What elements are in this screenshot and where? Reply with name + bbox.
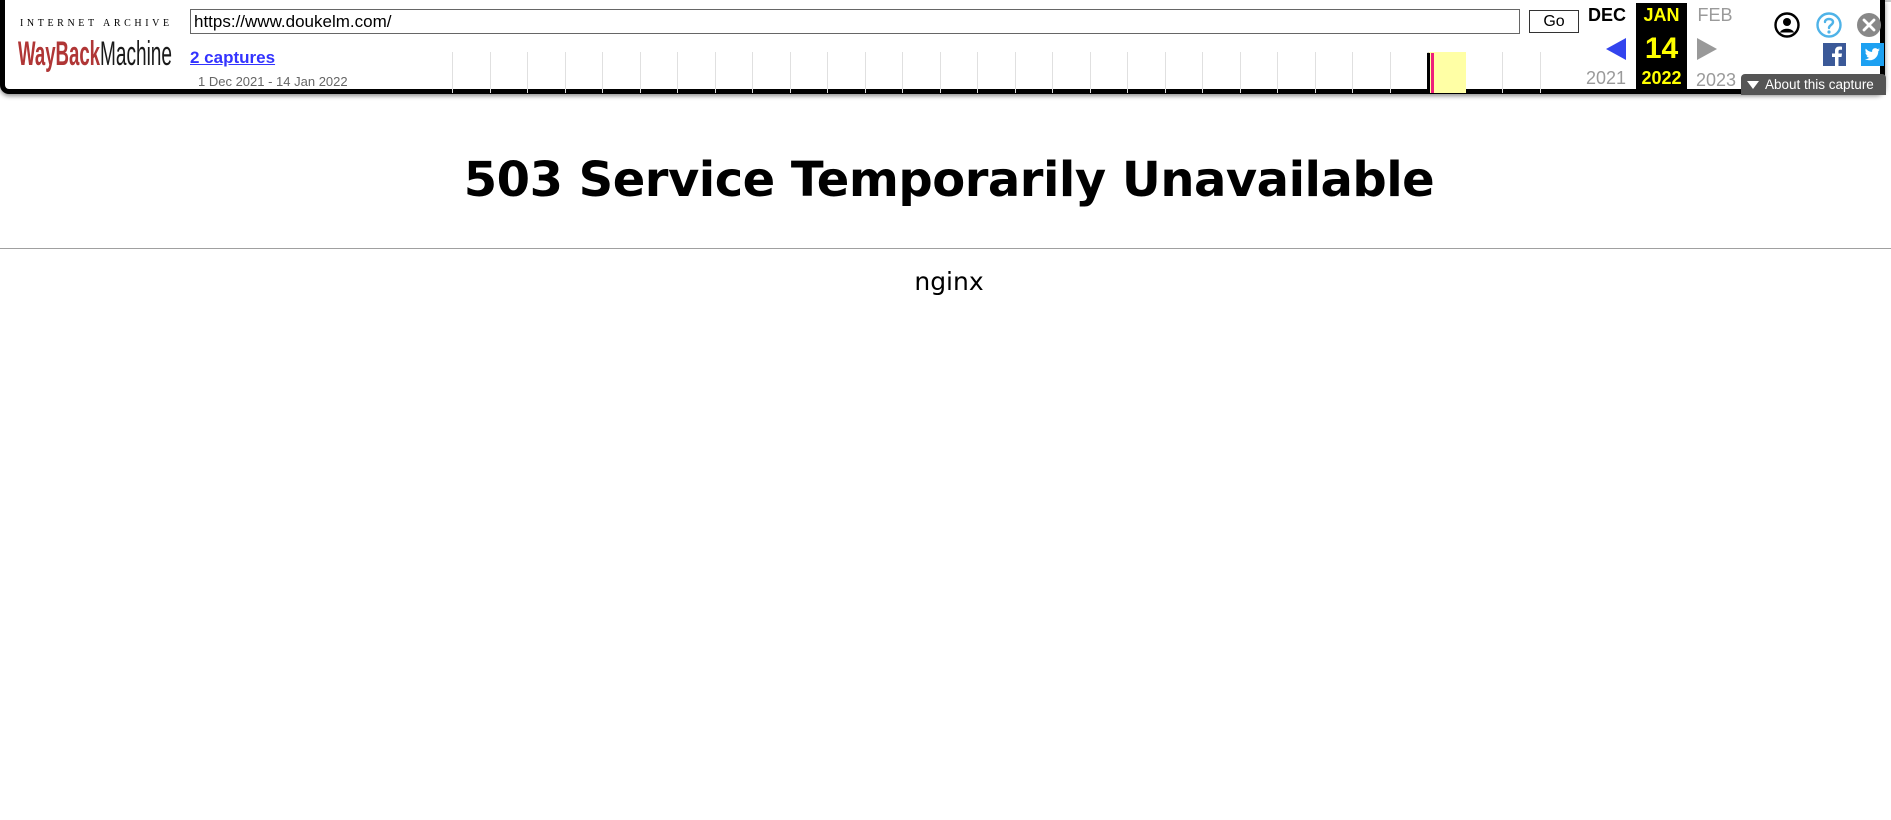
sparkline-month-column xyxy=(977,52,1014,93)
sparkline-month-column xyxy=(452,52,489,93)
sparkline-month-column xyxy=(1052,52,1089,93)
sparkline-month-column xyxy=(1240,52,1277,93)
sparkline-month-column xyxy=(940,52,977,93)
url-input[interactable] xyxy=(190,9,1520,34)
sparkline-month-column xyxy=(1540,52,1577,93)
captures-link[interactable]: 2 captures xyxy=(190,48,275,68)
sparkline-month-column xyxy=(1127,52,1164,93)
calendar-current-day: 14 xyxy=(1644,32,1679,65)
sparkline-month-column xyxy=(1277,52,1314,93)
sparkline-month-column xyxy=(715,52,752,93)
calendar-prev-year: 2021 xyxy=(1585,68,1627,88)
calendar-current-month: JAN xyxy=(1643,5,1680,25)
wayback-logo[interactable]: INTERNET ARCHIVE WayBack Machine xyxy=(18,16,172,76)
sparkline-capture-mark[interactable] xyxy=(1427,53,1430,93)
page-title: 503 Service Temporarily Unavailable xyxy=(463,152,1435,208)
sparkline-month-column xyxy=(902,52,939,93)
sparkline-month-column xyxy=(1202,52,1239,93)
sparkline-month-column xyxy=(1390,52,1427,93)
sparkline-month-column xyxy=(640,52,677,93)
calendar-next-month: FEB xyxy=(1697,5,1733,25)
sparkline-selected-capture-mark[interactable] xyxy=(1431,53,1434,93)
sparkline-month-column xyxy=(827,52,864,93)
captures-date-range: 1 Dec 2021 - 14 Jan 2022 xyxy=(198,74,348,89)
sparkline-month-column xyxy=(1015,52,1052,93)
logo-internet-archive-text: INTERNET ARCHIVE xyxy=(20,18,173,29)
sparkline-month-column xyxy=(602,52,639,93)
sparkline-month-column xyxy=(790,52,827,93)
sparkline-month-column xyxy=(865,52,902,93)
wayback-machine-wordmark: WayBack Machine xyxy=(18,35,172,73)
facebook-icon[interactable] xyxy=(1823,43,1846,66)
logo-wayback-text: WayBack xyxy=(18,35,100,73)
close-icon[interactable] xyxy=(1856,12,1882,38)
divider xyxy=(0,248,1891,249)
calendar-current-date: JAN 14 2022 xyxy=(1636,3,1687,91)
account-icon[interactable] xyxy=(1774,12,1800,38)
calendar-next-year: 2023 xyxy=(1695,70,1737,90)
sparkline-month-column xyxy=(1465,52,1502,93)
calendar-current-year: 2022 xyxy=(1641,68,1682,88)
sparkline-month-column xyxy=(677,52,714,93)
sparkline-month-column xyxy=(752,52,789,93)
go-button[interactable]: Go xyxy=(1529,10,1579,33)
sparkline-month-column xyxy=(565,52,602,93)
sparkline-month-column xyxy=(490,52,527,93)
help-icon[interactable] xyxy=(1816,12,1842,38)
wayback-toolbar: INTERNET ARCHIVE WayBack Machine Go 2 ca… xyxy=(0,0,1891,101)
arrow-right-icon xyxy=(1697,38,1717,60)
twitter-icon[interactable] xyxy=(1861,43,1884,66)
calendar-prev-month[interactable]: DEC xyxy=(1586,5,1628,26)
capture-sparkline[interactable] xyxy=(452,52,1582,93)
server-name: nginx xyxy=(914,267,984,296)
logo-machine-text: Machine xyxy=(100,35,172,73)
sparkline-month-column xyxy=(1315,52,1352,93)
triangle-down-icon xyxy=(1747,81,1759,89)
sparkline-month-column xyxy=(527,52,564,93)
sparkline-month-column xyxy=(1352,52,1389,93)
about-this-capture-label: About this capture xyxy=(1765,77,1874,92)
sparkline-month-column xyxy=(1090,52,1127,93)
arrow-left-icon[interactable] xyxy=(1604,37,1628,61)
sparkline-month-column xyxy=(1165,52,1202,93)
sparkline-month-column xyxy=(1502,52,1539,93)
about-this-capture-button[interactable]: About this capture xyxy=(1741,74,1886,95)
